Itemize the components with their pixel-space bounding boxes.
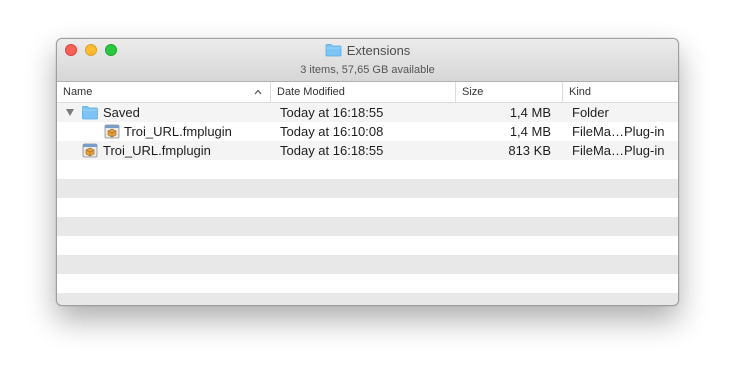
disclosure-triangle-expanded-icon[interactable] <box>65 108 75 117</box>
empty-row <box>57 293 678 305</box>
empty-row <box>57 160 678 179</box>
file-kind: FileMa…Plug-in <box>572 124 665 139</box>
column-header-size[interactable]: Size <box>455 82 562 102</box>
status-bar: 3 items, 57,65 GB available <box>300 64 435 76</box>
file-kind: Folder <box>572 105 609 120</box>
empty-row <box>57 274 678 293</box>
column-header-name-label: Name <box>63 86 93 98</box>
titlebar[interactable]: Extensions 3 items, 57,65 GB available <box>57 39 678 82</box>
column-header-date-label: Date Modified <box>277 86 345 98</box>
column-header-kind-label: Kind <box>569 86 592 98</box>
folder-icon <box>325 44 342 57</box>
empty-row <box>57 217 678 236</box>
file-kind: FileMa…Plug-in <box>572 143 665 158</box>
column-header-kind[interactable]: Kind <box>562 82 678 102</box>
list-item-plugin[interactable]: Troi_URL.fmplugin Today at 16:10:08 1,4 … <box>57 122 678 141</box>
list-item-plugin[interactable]: Troi_URL.fmplugin Today at 16:18:55 813 … <box>57 141 678 160</box>
file-name: Troi_URL.fmplugin <box>103 143 211 158</box>
file-list: Saved Today at 16:18:55 1,4 MB Folder Tr… <box>57 103 678 305</box>
file-size: 813 KB <box>508 143 551 158</box>
file-date: Today at 16:18:55 <box>280 143 384 158</box>
window-title: Extensions <box>57 42 678 58</box>
finder-window: Extensions 3 items, 57,65 GB available N… <box>56 38 679 306</box>
column-header-size-label: Size <box>462 86 484 98</box>
list-item-folder[interactable]: Saved Today at 16:18:55 1,4 MB Folder <box>57 103 678 122</box>
file-date: Today at 16:10:08 <box>280 124 384 139</box>
file-size: 1,4 MB <box>509 124 551 139</box>
column-header-name[interactable]: Name <box>57 82 270 102</box>
file-name: Troi_URL.fmplugin <box>124 124 232 139</box>
file-date: Today at 16:18:55 <box>280 105 384 120</box>
sort-ascending-icon <box>254 89 262 95</box>
empty-row <box>57 236 678 255</box>
column-header-row: Name Date Modified Size Kind <box>57 82 678 103</box>
empty-row <box>57 198 678 217</box>
empty-row <box>57 179 678 198</box>
column-header-date[interactable]: Date Modified <box>270 82 455 102</box>
plugin-icon <box>82 143 98 158</box>
file-name: Saved <box>103 105 140 120</box>
folder-icon <box>82 106 98 120</box>
file-size: 1,4 MB <box>509 105 551 120</box>
empty-row <box>57 255 678 274</box>
plugin-icon <box>104 124 120 139</box>
window-title-text: Extensions <box>346 42 411 58</box>
